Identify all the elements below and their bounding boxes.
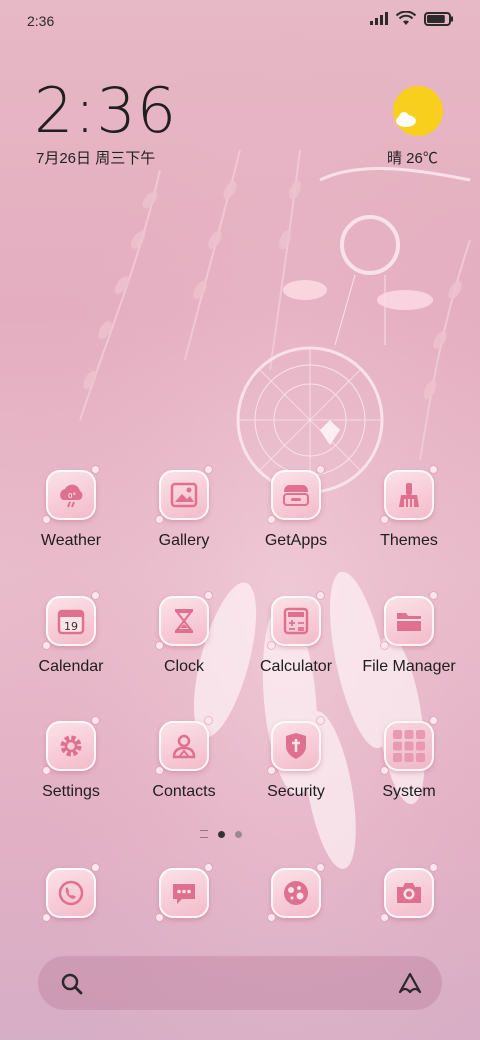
signal-icon xyxy=(370,12,388,25)
app-label: GetApps xyxy=(264,532,328,549)
app-label: System xyxy=(382,783,436,800)
app-label: Calculator xyxy=(259,658,333,675)
search-bar[interactable] xyxy=(38,956,442,1010)
app-label: Weather xyxy=(40,532,102,549)
app-file-manager[interactable]: File Manager xyxy=(354,592,464,676)
app-label: Themes xyxy=(380,532,438,549)
dock-messages[interactable] xyxy=(129,864,239,921)
app-label: Settings xyxy=(42,783,100,800)
themes-icon xyxy=(381,466,437,523)
contacts-icon xyxy=(156,717,212,774)
dock-browser[interactable] xyxy=(241,864,351,921)
messages-icon xyxy=(156,864,212,921)
calculator-icon xyxy=(268,592,324,649)
dock-phone[interactable] xyxy=(16,864,126,921)
phone-icon xyxy=(43,864,99,921)
page-indicator[interactable] xyxy=(200,830,242,838)
svg-text:0°: 0° xyxy=(68,492,76,500)
status-bar: 2:36 xyxy=(0,0,480,40)
battery-icon xyxy=(424,11,453,26)
app-calendar[interactable]: 19 Calendar xyxy=(16,592,126,676)
app-contacts[interactable]: Contacts xyxy=(129,717,239,801)
assistant-icon[interactable] xyxy=(396,970,424,996)
getapps-icon xyxy=(268,466,324,523)
status-icons xyxy=(370,11,454,26)
gallery-icon xyxy=(156,466,212,523)
app-label: File Manager xyxy=(362,658,456,675)
dock-camera[interactable] xyxy=(354,864,464,921)
app-gallery[interactable]: Gallery xyxy=(129,466,239,550)
clock-widget-date: 7月26日 周三下午 xyxy=(36,150,156,167)
status-time: 2:36 xyxy=(27,13,55,29)
page-dot xyxy=(235,830,242,838)
search-icon[interactable] xyxy=(60,972,84,996)
wifi-icon xyxy=(396,11,416,25)
weather-temperature: 晴 26℃ xyxy=(387,150,438,167)
settings-icon xyxy=(43,717,99,774)
app-weather[interactable]: 0° Weather xyxy=(16,466,126,550)
browser-icon xyxy=(268,864,324,921)
app-settings[interactable]: Settings xyxy=(16,717,126,801)
system-folder-icon xyxy=(381,717,437,774)
app-clock[interactable]: Clock xyxy=(129,592,239,676)
app-label: Clock xyxy=(163,658,204,675)
page-dot-active xyxy=(218,830,225,838)
calendar-icon: 19 xyxy=(43,592,99,649)
app-themes[interactable]: Themes xyxy=(354,466,464,550)
app-security[interactable]: Security xyxy=(241,717,351,801)
sunny-cloud-icon[interactable] xyxy=(392,85,444,137)
app-label: Security xyxy=(267,783,325,800)
clock-icon xyxy=(156,592,212,649)
security-icon xyxy=(268,717,324,774)
folder-system[interactable]: System xyxy=(354,717,464,801)
file-manager-icon xyxy=(381,592,437,649)
app-list-indicator-icon xyxy=(200,830,208,838)
camera-icon xyxy=(381,864,437,921)
app-getapps[interactable]: GetApps xyxy=(241,466,351,550)
app-calculator[interactable]: Calculator xyxy=(241,592,351,676)
weather-icon: 0° xyxy=(43,466,99,523)
calendar-badge: 19 xyxy=(64,620,78,633)
app-label: Gallery xyxy=(158,532,210,549)
app-label: Contacts xyxy=(152,783,216,800)
clock-widget-time[interactable]: 2:36 xyxy=(34,74,177,147)
app-label: Calendar xyxy=(38,658,104,675)
